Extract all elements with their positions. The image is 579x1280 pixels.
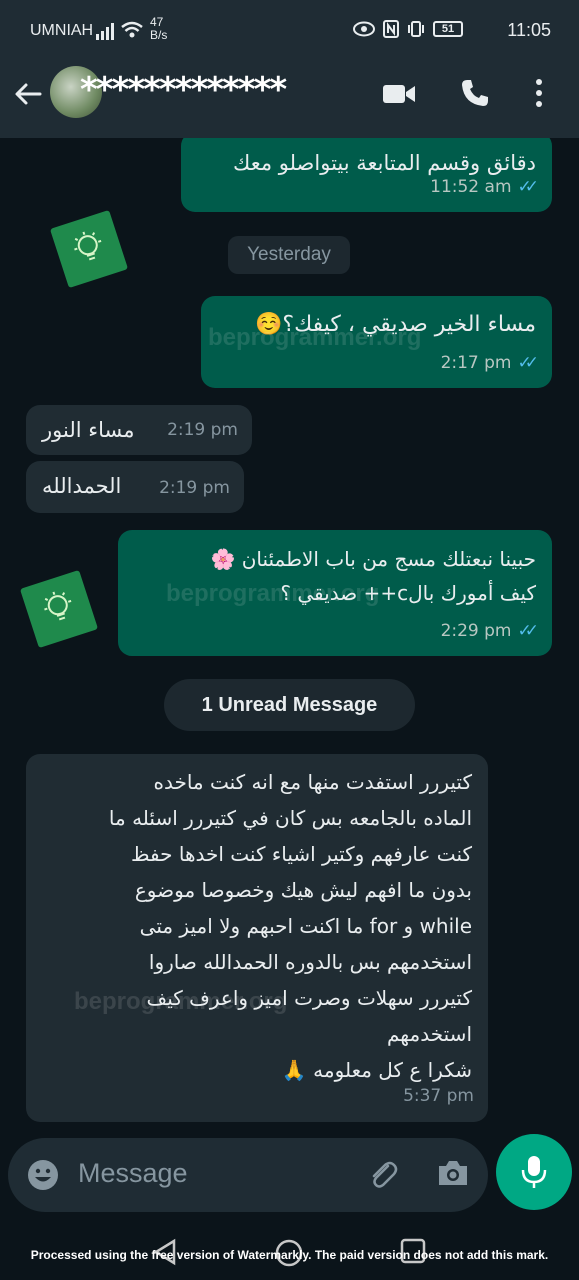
message-text: مساء الخير صديقي ، كيفك؟☺️ xyxy=(255,312,536,337)
message-time: 2:17 pm xyxy=(440,353,512,373)
message-meta: 2:19 pm xyxy=(167,413,238,447)
message-meta: 11:52 am ✓✓ xyxy=(430,170,539,204)
chat-header: ************* xyxy=(0,62,579,138)
arrow-left-icon[interactable] xyxy=(12,78,44,110)
emoji-icon[interactable] xyxy=(26,1158,60,1192)
message-text-line: while و for ما اكنت احبهم ولا اميز متى xyxy=(139,914,472,938)
message-text-line: كتيررر استفدت منها مع انه كنت ماخده xyxy=(153,770,473,794)
network-speed: 47 B/s xyxy=(150,16,167,42)
message-time: 11:52 am xyxy=(430,177,512,197)
lightbulb-icon xyxy=(44,591,72,621)
message-input-bar: Message xyxy=(8,1138,488,1212)
message-text-line: بدون ما افهم ليش هيك وخصوصا موضوع xyxy=(134,878,472,902)
message-text: الحمدالله xyxy=(42,474,122,498)
message-bubble-incoming[interactable]: كتيررر استفدت منها مع انه كنت ماخده الما… xyxy=(26,754,488,1122)
more-vert-icon[interactable] xyxy=(534,78,544,108)
message-meta: 5:37 pm xyxy=(403,1078,474,1114)
lightbulb-sticker[interactable] xyxy=(19,569,99,649)
video-call-icon[interactable] xyxy=(382,82,416,106)
message-bubble-outgoing[interactable]: مساء الخير صديقي ، كيفك؟☺️ 2:17 pm ✓✓ xyxy=(201,296,552,388)
message-text-line: الماده بالجامعه بس كان في كتيررر اسئله م… xyxy=(108,806,472,830)
status-time: 11:05 xyxy=(507,20,551,40)
read-ticks-icon: ✓✓ xyxy=(517,177,539,197)
unread-messages-chip: 1 Unread Message xyxy=(164,679,415,731)
message-meta: 2:29 pm ✓✓ xyxy=(440,614,539,648)
lightbulb-icon xyxy=(74,231,102,261)
message-text-line: كيف أمورك بالc++ صديقي ؟ xyxy=(280,581,536,605)
message-bubble-outgoing[interactable]: حبينا نبعتلك مسج من باب الاطمئنان 🌸 كيف … xyxy=(118,530,552,656)
chat-area[interactable]: دقائق وقسم المتابعة بيتواصلو معك 11:52 a… xyxy=(0,138,579,1138)
message-text-line: كنت عارفهم وكتير اشياء كنت اخدها حفظ xyxy=(131,842,472,866)
message-bubble-incoming[interactable]: الحمدالله 2:19 pm xyxy=(26,461,244,513)
status-bar: UMNIAH 47 B/s 51 11:05 xyxy=(0,0,579,62)
read-ticks-icon: ✓✓ xyxy=(517,621,539,641)
mic-button[interactable] xyxy=(496,1134,572,1210)
carrier-label: UMNIAH xyxy=(30,22,94,39)
nfc-icon xyxy=(383,20,399,38)
wifi-icon xyxy=(121,21,143,38)
message-input[interactable]: Message xyxy=(78,1158,188,1189)
message-text: مساء النور xyxy=(42,418,135,442)
date-chip: Yesterday xyxy=(228,236,350,274)
battery-icon: 51 xyxy=(433,21,463,37)
camera-icon[interactable] xyxy=(436,1158,470,1188)
read-ticks-icon: ✓✓ xyxy=(517,353,539,373)
phone-icon[interactable] xyxy=(460,78,490,108)
message-meta: 2:17 pm ✓✓ xyxy=(440,346,539,380)
message-text-line: حبينا نبعتلك مسج من باب الاطمئنان 🌸 xyxy=(210,547,536,571)
attach-icon[interactable] xyxy=(366,1158,400,1192)
contact-name[interactable]: ************* xyxy=(80,70,287,110)
message-text-line: كتيررر سهلات وصرت اميز واعرف كيف xyxy=(146,986,473,1010)
message-text-line: استخدمهم بس بالدوره الحمدالله صاروا xyxy=(148,950,472,974)
status-icons: 51 xyxy=(353,20,463,38)
footer-note: Processed using the free version of Wate… xyxy=(30,1248,549,1262)
signal-icon xyxy=(96,23,114,40)
message-meta: 2:19 pm xyxy=(159,471,230,505)
message-bubble-incoming[interactable]: مساء النور 2:19 pm xyxy=(26,405,252,455)
message-time: 2:29 pm xyxy=(440,621,512,641)
mic-icon xyxy=(521,1156,547,1188)
message-bubble-outgoing[interactable]: دقائق وقسم المتابعة بيتواصلو معك 11:52 a… xyxy=(181,138,552,212)
message-time: 2:19 pm xyxy=(159,478,230,498)
vibrate-icon xyxy=(408,21,424,37)
message-text-line: استخدمهم xyxy=(387,1022,472,1046)
speed-unit: B/s xyxy=(150,28,168,42)
lightbulb-sticker[interactable] xyxy=(49,209,129,289)
message-time: 2:19 pm xyxy=(167,420,238,440)
message-time: 5:37 pm xyxy=(403,1086,474,1106)
eye-icon xyxy=(353,21,375,37)
